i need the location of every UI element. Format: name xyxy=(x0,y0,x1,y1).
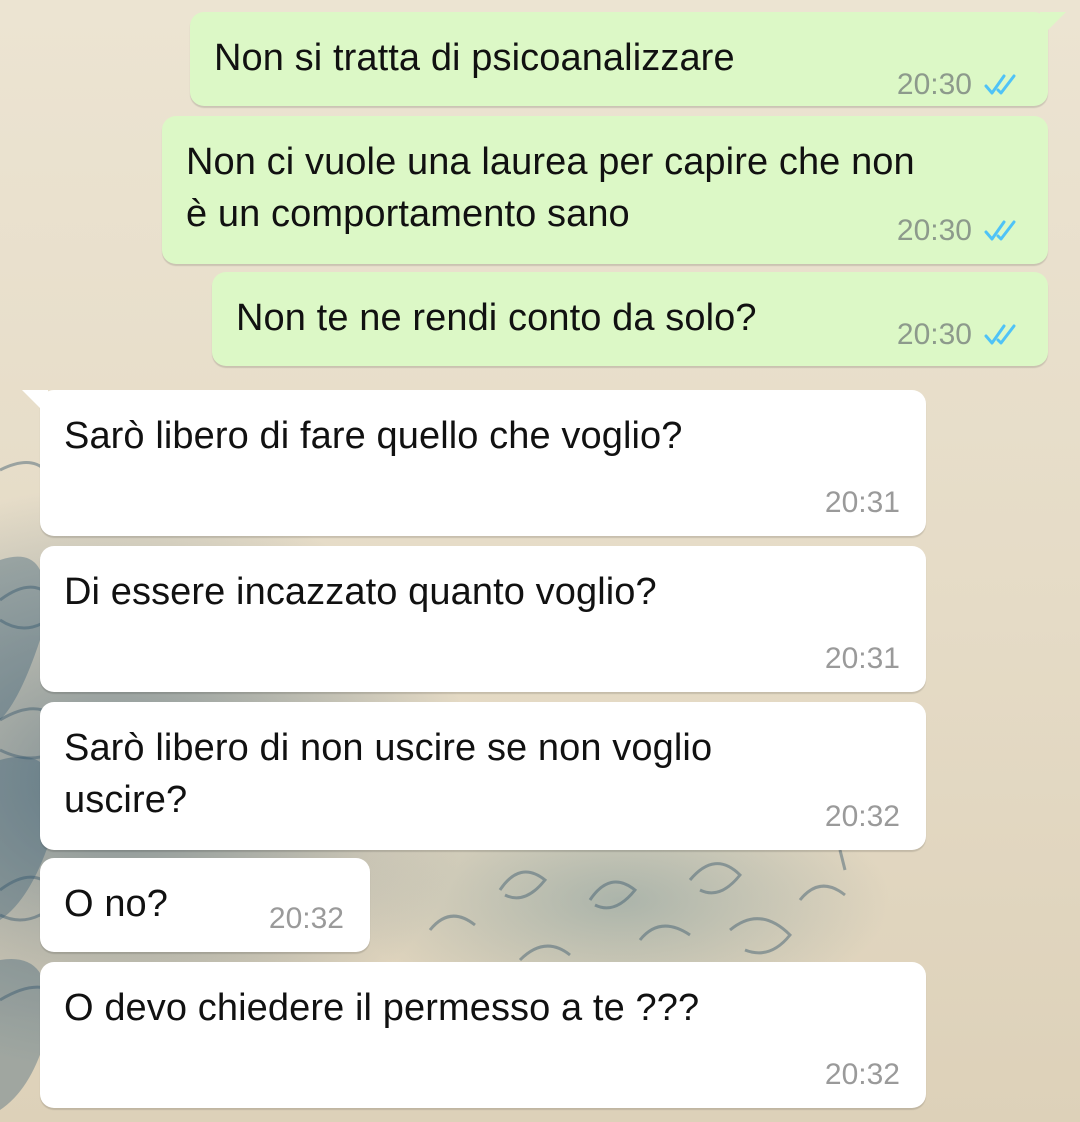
message-bubble-incoming[interactable]: O devo chiedere il permesso a te ??? 20:… xyxy=(40,962,926,1108)
double-check-read-icon xyxy=(984,324,1016,345)
message-text: Non te ne rendi conto da solo? xyxy=(236,297,757,339)
message-text: O devo chiedere il permesso a te ??? xyxy=(64,987,700,1029)
message-time: 20:31 xyxy=(824,486,900,519)
message-time: 20:30 xyxy=(896,214,972,247)
message-text: Non ci vuole una laurea per capire che n… xyxy=(186,141,915,235)
message-meta: 20:32 xyxy=(269,902,344,936)
message-time: 20:32 xyxy=(824,1058,900,1091)
message-bubble-outgoing[interactable]: Non si tratta di psicoanalizzare 20:30 xyxy=(190,12,1066,106)
message-bubble-outgoing[interactable]: Non ci vuole una laurea per capire che n… xyxy=(162,116,1048,264)
message-text: Sarò libero di non uscire se non voglio … xyxy=(64,727,713,821)
message-time: 20:31 xyxy=(824,642,900,675)
double-check-read-icon xyxy=(984,220,1016,241)
message-bubble-incoming[interactable]: Sarò libero di fare quello che voglio? 2… xyxy=(22,390,926,536)
message-bubble-outgoing[interactable]: Non te ne rendi conto da solo? 20:30 xyxy=(212,272,1048,366)
message-meta: 20:30 xyxy=(897,68,1024,102)
message-meta: 20:31 xyxy=(825,642,900,676)
message-time: 20:32 xyxy=(268,902,344,935)
message-text: Sarò libero di fare quello che voglio? xyxy=(64,415,683,457)
message-text: Di essere incazzato quanto voglio? xyxy=(64,571,657,613)
message-text: Non si tratta di psicoanalizzare xyxy=(214,37,735,79)
bubble-tail xyxy=(22,390,48,416)
message-meta: 20:32 xyxy=(825,800,900,834)
message-time: 20:30 xyxy=(896,68,972,101)
message-bubble-incoming[interactable]: O no? 20:32 xyxy=(40,858,370,952)
chat-conversation[interactable]: Non si tratta di psicoanalizzare 20:30 N… xyxy=(0,0,1080,1122)
message-bubble-incoming[interactable]: Sarò libero di non uscire se non voglio … xyxy=(40,702,926,850)
message-bubble-incoming[interactable]: Di essere incazzato quanto voglio? 20:31 xyxy=(40,546,926,692)
message-text: O no? xyxy=(64,883,169,925)
message-time: 20:32 xyxy=(824,800,900,833)
message-meta: 20:30 xyxy=(897,214,1024,248)
message-meta: 20:31 xyxy=(825,486,900,520)
double-check-read-icon xyxy=(984,74,1016,95)
message-meta: 20:30 xyxy=(897,318,1024,352)
bubble-tail xyxy=(1040,12,1066,38)
message-meta: 20:32 xyxy=(825,1058,900,1092)
message-time: 20:30 xyxy=(896,318,972,351)
